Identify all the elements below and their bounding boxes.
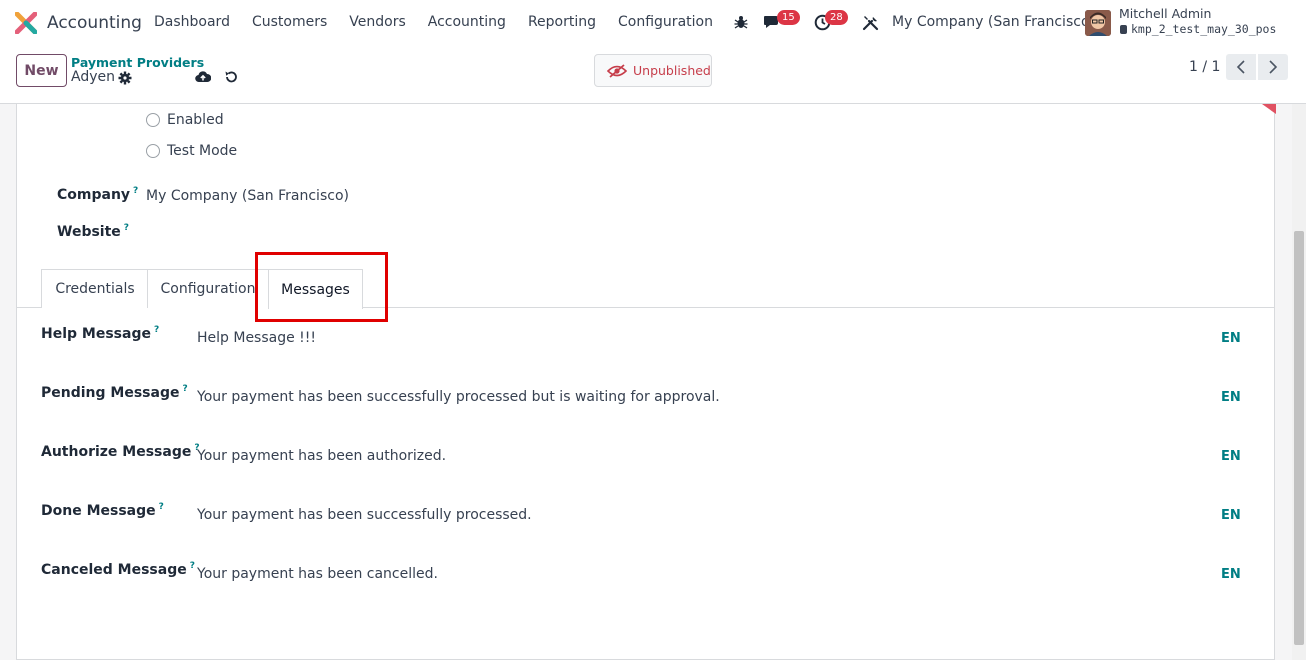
website-label-text: Website (57, 224, 121, 240)
main-navbar: Accounting Dashboard Customers Vendors A… (0, 0, 1306, 46)
menu-accounting[interactable]: Accounting (428, 14, 506, 30)
chevron-right-icon (1269, 60, 1278, 74)
pending-message-help-icon[interactable]: ? (182, 384, 187, 394)
company-help-icon[interactable]: ? (133, 186, 138, 196)
company-label-text: Company (57, 187, 131, 203)
menu-configuration[interactable]: Configuration (618, 14, 713, 30)
help-message-label-text: Help Message (41, 326, 151, 342)
done-message-value[interactable]: Your payment has been successfully proce… (197, 507, 532, 523)
main-menu: Dashboard Customers Vendors Accounting R… (154, 14, 735, 30)
state-option-enabled[interactable]: Enabled (146, 112, 224, 128)
canceled-message-label-text: Canceled Message (41, 562, 187, 578)
tab-configuration[interactable]: Configuration (147, 269, 268, 308)
activities-count-badge: 28 (825, 10, 848, 25)
user-name[interactable]: Mitchell Admin (1119, 6, 1211, 21)
pending-message-label-text: Pending Message (41, 385, 180, 401)
company-label: Company? (57, 186, 138, 203)
record-name: Adyen (71, 69, 115, 85)
highlight-box (255, 252, 388, 322)
pager-value[interactable]: 1 / 1 (1189, 59, 1220, 75)
pending-message-lang-button[interactable]: EN (1221, 390, 1241, 405)
unpublished-button[interactable]: Unpublished (594, 54, 712, 87)
breadcrumb-payment-providers[interactable]: Payment Providers (71, 55, 204, 70)
done-message-label-text: Done Message (41, 503, 156, 519)
canceled-message-lang-button[interactable]: EN (1221, 567, 1241, 582)
pager-next-button[interactable] (1258, 54, 1288, 80)
company-value[interactable]: My Company (San Francisco) (146, 188, 349, 204)
chevron-left-icon (1236, 60, 1245, 74)
database-name-text: kmp_2_test_may_30_pos (1131, 22, 1277, 36)
messages-count-badge: 15 (777, 10, 800, 25)
ribbon-corner-icon (1262, 104, 1276, 114)
help-message-lang-button[interactable]: EN (1221, 331, 1241, 346)
authorize-message-value[interactable]: Your payment has been authorized. (197, 448, 446, 464)
user-avatar[interactable] (1085, 10, 1111, 36)
accounting-app-icon[interactable] (15, 12, 37, 34)
state-enabled-label: Enabled (167, 112, 224, 128)
pending-message-label: Pending Message? (41, 384, 188, 401)
radio-enabled[interactable] (146, 113, 160, 127)
unpublished-label: Unpublished (633, 63, 711, 78)
control-panel: New Payment Providers Adyen Unpublished … (0, 46, 1306, 104)
state-option-test-mode[interactable]: Test Mode (146, 143, 237, 159)
debug-bug-icon[interactable] (733, 14, 749, 30)
menu-customers[interactable]: Customers (252, 14, 327, 30)
database-icon (1120, 25, 1127, 34)
pager-previous-button[interactable] (1226, 54, 1256, 80)
canceled-message-help-icon[interactable]: ? (190, 561, 195, 571)
eye-slash-icon (607, 63, 627, 78)
help-message-value[interactable]: Help Message !!! (197, 330, 316, 346)
company-switcher[interactable]: My Company (San Francisco) (892, 14, 1095, 30)
app-name[interactable]: Accounting (47, 13, 142, 33)
help-message-help-icon[interactable]: ? (154, 325, 159, 335)
authorize-message-lang-button[interactable]: EN (1221, 449, 1241, 464)
pending-message-value[interactable]: Your payment has been successfully proce… (197, 389, 720, 405)
tools-icon[interactable] (862, 14, 879, 31)
discard-undo-icon[interactable] (224, 70, 238, 84)
website-label: Website? (57, 223, 129, 240)
radio-test-mode[interactable] (146, 144, 160, 158)
database-name: kmp_2_test_may_30_pos (1120, 22, 1276, 36)
new-button[interactable]: New (16, 54, 67, 87)
avatar-face-icon (1085, 10, 1111, 36)
gear-icon[interactable] (118, 71, 132, 85)
state-test-mode-label: Test Mode (167, 143, 238, 159)
tab-credentials[interactable]: Credentials (41, 269, 148, 308)
done-message-help-icon[interactable]: ? (159, 502, 164, 512)
save-cloud-icon[interactable] (195, 70, 211, 84)
done-message-lang-button[interactable]: EN (1221, 508, 1241, 523)
authorize-message-label-text: Authorize Message (41, 444, 192, 460)
scrollbar-thumb[interactable] (1294, 231, 1304, 645)
menu-vendors[interactable]: Vendors (349, 14, 405, 30)
menu-reporting[interactable]: Reporting (528, 14, 596, 30)
done-message-label: Done Message? (41, 502, 164, 519)
authorize-message-label: Authorize Message? (41, 443, 200, 460)
canceled-message-label: Canceled Message? (41, 561, 195, 578)
canceled-message-value[interactable]: Your payment has been cancelled. (197, 566, 438, 582)
website-help-icon[interactable]: ? (124, 223, 129, 233)
help-message-label: Help Message? (41, 325, 159, 342)
menu-dashboard[interactable]: Dashboard (154, 14, 230, 30)
